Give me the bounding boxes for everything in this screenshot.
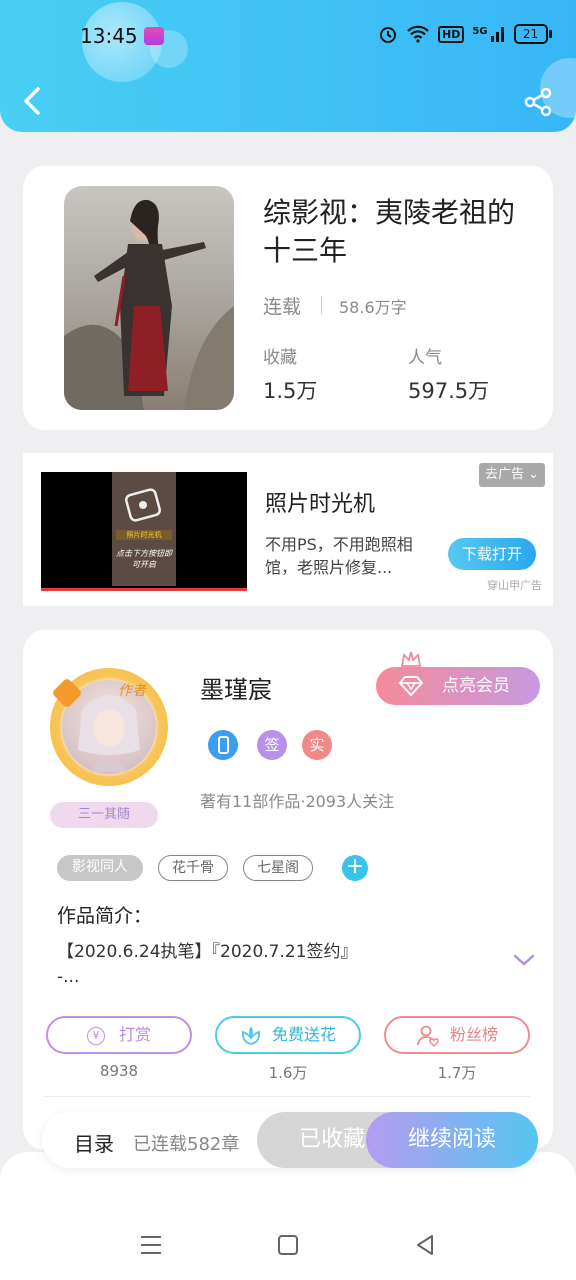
author-avatar-tag: 三一其随	[50, 802, 158, 828]
battery-icon: 21	[513, 24, 552, 44]
signed-badge: 签	[257, 730, 287, 760]
send-flower-button[interactable]: 免费送花	[215, 1016, 361, 1054]
wifi-icon	[407, 25, 429, 43]
back-icon[interactable]	[20, 86, 46, 116]
ad-title: 照片时光机	[265, 492, 376, 517]
fan-icon	[417, 1025, 439, 1047]
status-icons: HD 5G 21	[378, 24, 552, 44]
author-name[interactable]: 墨瑾宸	[200, 670, 272, 705]
stat-value-popularity: 597.5万	[408, 379, 490, 403]
ad-source: 穿山甲广告	[487, 579, 542, 592]
stat-value-favorites: 1.5万	[263, 379, 318, 403]
crown-icon	[400, 651, 422, 667]
cover-figure	[64, 199, 234, 410]
photo-icon	[125, 488, 161, 522]
real-name-badge: 实	[302, 730, 332, 760]
book-word-count: 58.6万字	[339, 298, 407, 317]
add-tag-button[interactable]: +	[342, 855, 368, 881]
book-status: 连载	[263, 296, 302, 318]
phone-verified-icon	[208, 730, 238, 760]
app-notification-icon	[144, 27, 164, 45]
signal-icon	[490, 27, 504, 42]
share-icon[interactable]	[522, 86, 554, 118]
divider	[44, 1096, 530, 1097]
tag-item[interactable]: 影视同人	[57, 855, 143, 881]
book-cover-image[interactable]	[64, 186, 234, 410]
fan-ranking-label: 粉丝榜	[449, 1025, 498, 1044]
ad-image-inner: 照片时光机 点击下方按钮即可开启	[112, 472, 176, 586]
diamond-icon	[398, 676, 424, 697]
intro-label: 作品简介：	[57, 905, 153, 927]
intro-text: 【2020.6.24执笔】『2020.7.21签约』 -...	[57, 942, 358, 987]
flower-count: 1.6万	[268, 1064, 308, 1082]
coin-icon: ¥	[86, 1026, 105, 1045]
menu-icon[interactable]	[136, 1230, 166, 1260]
fan-count: 1.7万	[437, 1064, 477, 1082]
table-of-contents-button[interactable]: 目录	[74, 1128, 114, 1157]
reward-label: 打赏	[118, 1025, 151, 1044]
back-nav-icon[interactable]	[410, 1230, 440, 1260]
hd-indicator: HD	[438, 25, 465, 43]
vip-button[interactable]: 点亮会员	[376, 667, 540, 705]
tag-item[interactable]: 花千骨	[158, 855, 228, 881]
signal-indicator: 5G	[472, 26, 505, 42]
author-crown-label: 作者	[118, 683, 146, 699]
divider	[321, 296, 322, 314]
reward-count: 8938	[99, 1062, 139, 1080]
bottom-sheet	[0, 1152, 576, 1280]
continue-reading-button[interactable]: 继续阅读	[366, 1112, 538, 1168]
reward-button[interactable]: ¥ 打赏	[46, 1016, 192, 1054]
remove-ad-button[interactable]: 去广告 ⌄	[479, 463, 546, 487]
status-time: 13:45	[80, 24, 138, 48]
alarm-icon	[380, 27, 396, 43]
ad-image-text: 点击下方按钮即可开启	[116, 549, 172, 569]
flower-icon	[241, 1025, 260, 1045]
home-icon[interactable]	[273, 1230, 303, 1260]
chevron-down-icon: ⌄	[528, 467, 540, 482]
stat-label-popularity: 人气	[408, 348, 442, 368]
expand-chevron-icon[interactable]	[512, 952, 536, 968]
vip-label: 点亮会员	[442, 676, 510, 696]
chapter-count[interactable]: 已连载582章	[133, 1130, 239, 1156]
author-meta: 著有11部作品·2093人关注	[200, 792, 395, 811]
ad-download-button[interactable]: 下载打开	[448, 538, 536, 570]
send-flower-label: 免费送花	[271, 1025, 336, 1044]
remove-ad-label: 去广告	[485, 467, 525, 482]
ad-description: 不用PS，不用跑照相馆，老照片修复...	[265, 535, 413, 577]
fan-ranking-button[interactable]: 粉丝榜	[384, 1016, 530, 1054]
header-bar	[0, 0, 576, 132]
phone-icon	[218, 736, 229, 754]
stat-label-favorites: 收藏	[263, 348, 297, 368]
tag-item[interactable]: 七星阁	[243, 855, 313, 881]
ad-image-text: 照片时光机	[116, 530, 172, 540]
book-title: 综影视：夷陵老祖的十三年	[263, 196, 516, 267]
